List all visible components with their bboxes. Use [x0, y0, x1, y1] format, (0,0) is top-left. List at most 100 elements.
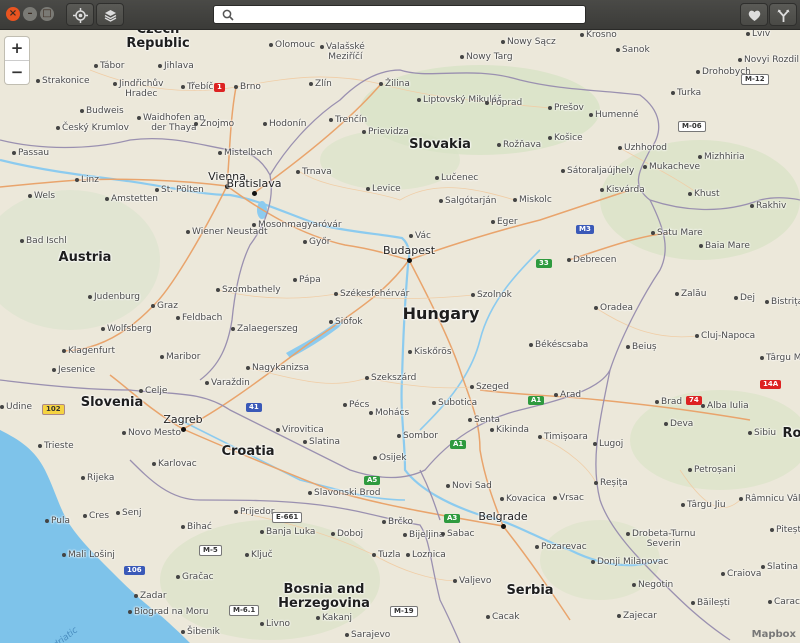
city-dot	[626, 345, 630, 349]
city-label: Drobeta-Turnu Severin	[632, 529, 696, 549]
city-dot	[453, 579, 457, 583]
city-dot	[471, 293, 475, 297]
city-dot	[329, 118, 333, 122]
road-shield: M-19	[390, 606, 418, 617]
city-dot	[296, 170, 300, 174]
favorites-button[interactable]	[740, 3, 768, 26]
city-label: Rožňava	[503, 140, 542, 150]
city-label: Cres	[89, 511, 110, 521]
city-label: Békéscsaba	[535, 340, 589, 350]
search-input[interactable]	[238, 7, 578, 22]
city-label: Maribor	[166, 352, 201, 362]
mapbox-attribution[interactable]: Mapbox	[752, 629, 796, 640]
city-dot	[379, 82, 383, 86]
city-dot	[655, 400, 659, 404]
city-dot	[695, 334, 699, 338]
city-dot	[553, 496, 557, 500]
city-dot	[216, 288, 220, 292]
city-label: Krosno	[586, 30, 617, 40]
city-label: Szeged	[476, 382, 509, 392]
city-dot	[497, 143, 501, 147]
city-label: Virovitica	[282, 425, 324, 435]
city-label: Sarajevo	[351, 630, 391, 640]
city-dot	[739, 497, 743, 501]
city-label: Sabac	[447, 529, 475, 539]
city-label: Wiener Neustadt	[192, 227, 268, 237]
city-label: Šibenik	[187, 627, 220, 637]
window-titlebar: × – □	[0, 0, 800, 30]
city-label: Reșița	[600, 478, 628, 488]
city-dot	[320, 45, 324, 49]
zoom-in-button[interactable]: +	[5, 37, 29, 60]
layers-icon	[104, 10, 117, 22]
route-button[interactable]	[769, 3, 797, 26]
city-dot	[701, 404, 705, 408]
city-label: Senta	[474, 415, 500, 425]
city-dot	[397, 434, 401, 438]
minimize-window-button[interactable]: –	[23, 7, 37, 21]
city-label: Kovacica	[506, 494, 546, 504]
close-icon: ×	[8, 8, 18, 19]
map-view[interactable]: PlzeňOlomoucValašskéMeziříčíNowy SączKro…	[0, 30, 800, 643]
maximize-window-button[interactable]: □	[40, 7, 54, 21]
city-label: Kisvárda	[606, 185, 645, 195]
maximize-icon: □	[42, 8, 52, 19]
road-shield: A1	[528, 396, 545, 405]
road-shield: A1	[450, 440, 467, 449]
city-dot	[62, 349, 66, 353]
city-label: Negotin	[638, 580, 674, 590]
capital-dot	[501, 524, 506, 529]
city-label: Lugoj	[599, 439, 624, 449]
city-label: Uzhhorod	[624, 143, 667, 153]
city-label: Szombathely	[222, 285, 281, 295]
city-dot	[770, 528, 774, 532]
city-dot	[88, 295, 92, 299]
city-label: Amstetten	[111, 194, 158, 204]
city-label: Varaždin	[211, 378, 250, 388]
city-dot	[80, 109, 84, 113]
city-label: Mohács	[375, 408, 410, 418]
city-dot	[139, 389, 143, 393]
city-label: Baia Mare	[705, 241, 750, 251]
city-dot	[308, 491, 312, 495]
city-dot	[38, 444, 42, 448]
city-dot	[535, 545, 539, 549]
city-dot	[181, 630, 185, 634]
city-dot	[343, 403, 347, 407]
city-dot	[128, 610, 132, 614]
city-dot	[446, 484, 450, 488]
city-label: Szolnok	[477, 290, 512, 300]
layers-button[interactable]	[96, 3, 124, 26]
city-label: Jindřichův Hradec	[119, 79, 164, 99]
city-dot	[486, 615, 490, 619]
city-dot	[269, 43, 273, 47]
road-shield: 102	[42, 404, 65, 415]
city-dot	[181, 525, 185, 529]
road-shield: 14A	[760, 380, 782, 389]
city-dot	[137, 116, 141, 120]
city-dot	[303, 440, 307, 444]
city-label: Pécs	[349, 400, 370, 410]
city-dot	[618, 146, 622, 150]
city-dot	[303, 240, 307, 244]
close-window-button[interactable]: ×	[6, 7, 20, 21]
city-dot	[309, 82, 313, 86]
city-label: Debrecen	[573, 255, 617, 265]
city-dot	[691, 601, 695, 605]
city-dot	[260, 530, 264, 534]
road-shield: M-12	[741, 74, 769, 85]
city-label: Prijedor	[240, 507, 275, 517]
city-dot	[439, 199, 443, 203]
city-dot	[600, 188, 604, 192]
search-field[interactable]	[213, 5, 586, 24]
city-label: Tuzla	[378, 550, 401, 560]
locate-me-button[interactable]	[66, 3, 94, 26]
zoom-out-button[interactable]: −	[5, 60, 29, 84]
city-label: Levice	[372, 184, 401, 194]
city-label: Novyi Rozdil	[744, 55, 800, 65]
city-label: Tábor	[100, 61, 125, 71]
city-dot	[616, 48, 620, 52]
city-dot	[617, 614, 621, 618]
city-label: Arad	[560, 390, 582, 400]
city-label: Trieste	[44, 441, 74, 451]
